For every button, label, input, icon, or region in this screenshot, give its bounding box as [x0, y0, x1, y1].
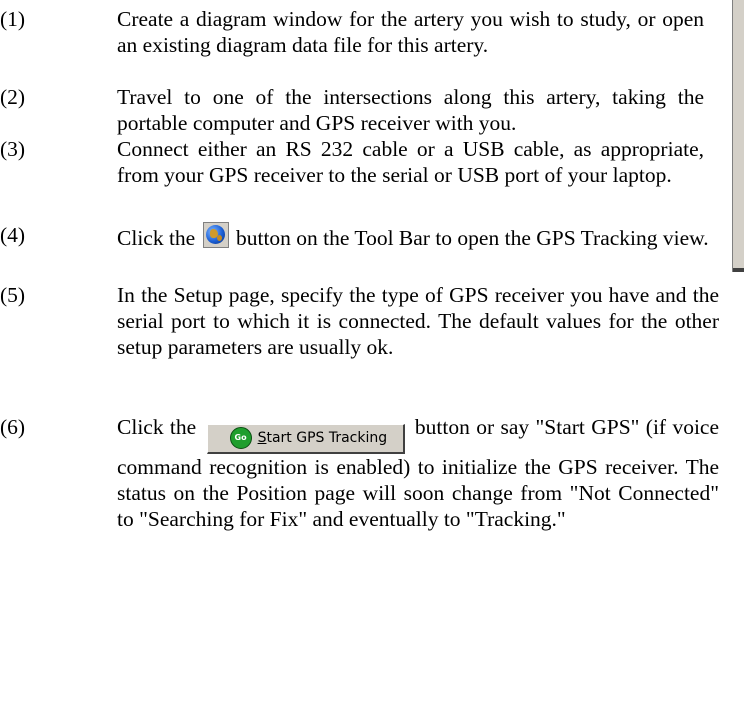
step-text-before: Click the — [117, 415, 197, 439]
step-number: (3) — [0, 137, 26, 161]
go-icon: Go — [229, 427, 252, 449]
step-text-before: Click the — [117, 226, 196, 250]
step-text: Click the Go Start GPS Tracking button o… — [117, 414, 719, 532]
start-gps-tracking-button[interactable]: Go Start GPS Tracking — [206, 423, 405, 454]
step-text: Travel to one of the intersections along… — [117, 85, 704, 135]
globe-icon — [205, 225, 225, 244]
step-text: Create a diagram window for the artery y… — [117, 7, 704, 57]
step-text: In the Setup page, specify the type of G… — [117, 283, 719, 359]
start-gps-tracking-label: Start GPS Tracking — [257, 430, 388, 446]
step-number: (6) — [0, 415, 26, 439]
step-text-after: button on the Tool Bar to open the GPS T… — [235, 226, 709, 250]
step-text: Connect either an RS 232 cable or a USB … — [117, 137, 704, 187]
step-text: Click the button on the Tool Bar to open… — [117, 222, 719, 251]
globe-toolbar-button[interactable] — [202, 222, 229, 248]
step-number: (1) — [0, 7, 26, 31]
step-number: (5) — [0, 283, 26, 307]
step-number: (4) — [0, 223, 26, 247]
screenshot-window-edge — [732, 0, 744, 272]
step-number: (2) — [0, 85, 26, 109]
